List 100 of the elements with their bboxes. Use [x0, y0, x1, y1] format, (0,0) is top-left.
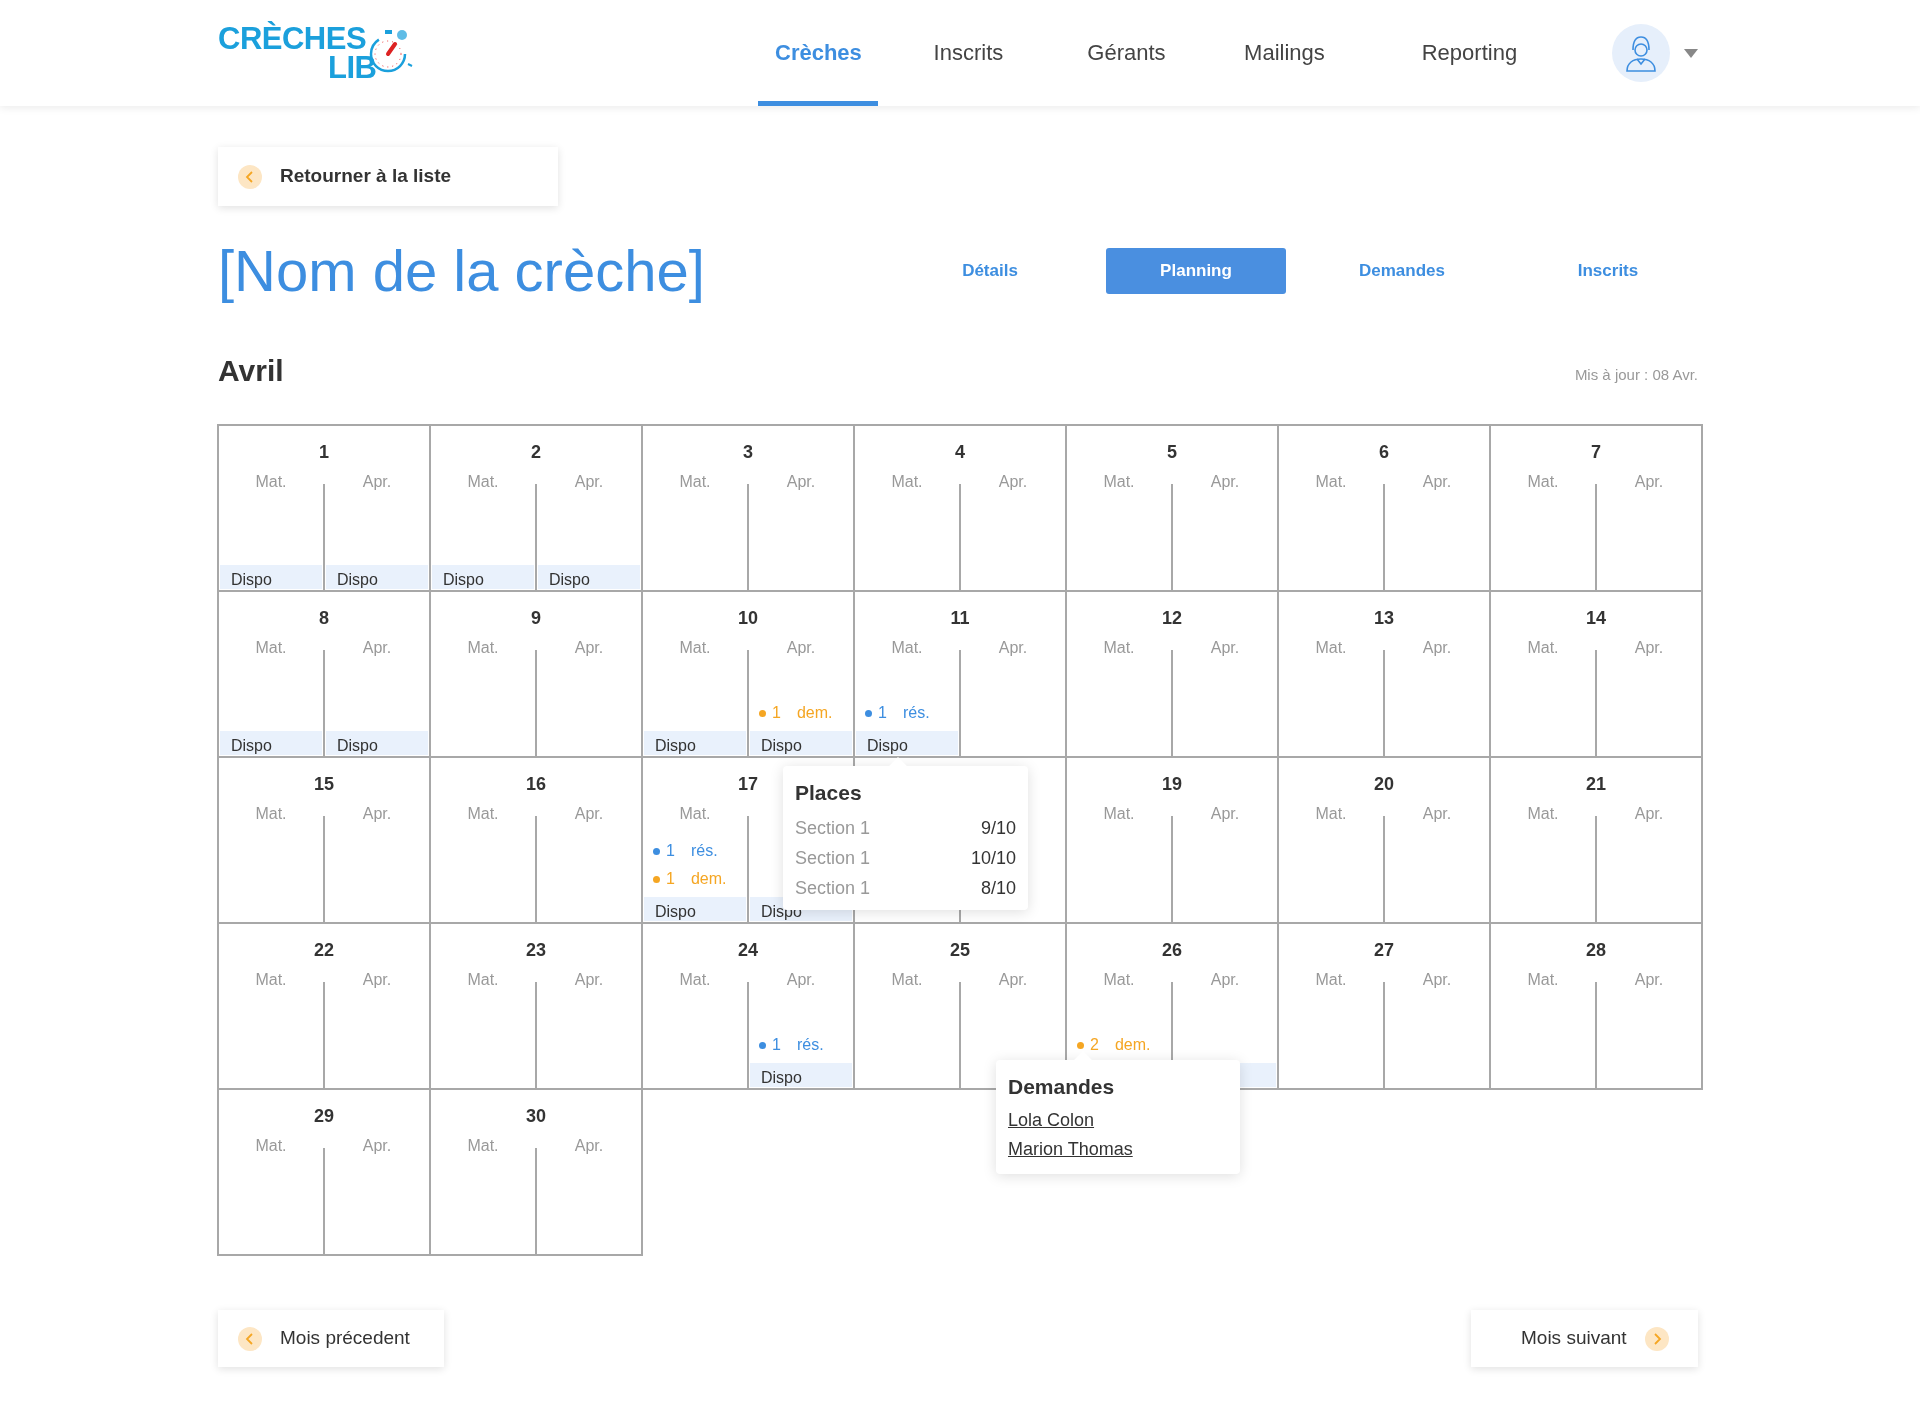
half-day-label: Apr. [785, 638, 817, 658]
half-day-label: Mat. [1102, 970, 1136, 990]
half-day-label: Apr. [997, 638, 1029, 658]
half-day-label: Mat. [678, 472, 712, 492]
half-day-label: Apr. [1421, 804, 1453, 824]
half-day-label: Mat. [466, 970, 500, 990]
day-number: 19 [1161, 773, 1183, 793]
previous-month-button[interactable]: Mois précedent [218, 1310, 444, 1367]
half-day-label: Apr. [1209, 638, 1241, 658]
day-number: 10 [737, 607, 759, 627]
popover-title: Places [795, 780, 863, 806]
availability-band: Dispo [326, 731, 428, 755]
half-day-label: Apr. [1633, 804, 1665, 824]
half-day-label: Mat. [254, 804, 288, 824]
half-day-label: Mat. [1314, 638, 1348, 658]
half-day-label: Mat. [466, 1136, 500, 1156]
half-day-label: Mat. [254, 970, 288, 990]
day-number: 20 [1373, 773, 1395, 793]
next-month-button[interactable]: Mois suivant [1471, 1310, 1698, 1367]
half-day-label: Mat. [678, 970, 712, 990]
half-day-label: Mat. [1526, 472, 1560, 492]
half-day-label: Apr. [997, 970, 1029, 990]
availability-band: Dispo [538, 565, 640, 589]
day-number: 4 [954, 441, 966, 461]
nav-tab[interactable]: Mailings [1194, 0, 1375, 106]
availability-band: Dispo [750, 731, 852, 755]
month-heading: Avril [218, 356, 284, 386]
availability-band: Dispo [220, 731, 322, 755]
nav-tab[interactable]: Gérants [1058, 0, 1195, 106]
day-number: 12 [1161, 607, 1183, 627]
half-day-label: Apr. [1421, 638, 1453, 658]
day-number: 6 [1378, 441, 1390, 461]
day-number: 15 [313, 773, 335, 793]
day-number: 1 [318, 441, 330, 461]
person-link[interactable]: Marion Thomas [1008, 1139, 1133, 1160]
day-number: 9 [530, 607, 542, 627]
day-number: 23 [525, 939, 547, 959]
day-number: 14 [1585, 607, 1607, 627]
half-day-label: Apr. [573, 638, 605, 658]
half-day-label: Mat. [1526, 804, 1560, 824]
half-day-label: Apr. [785, 970, 817, 990]
day-number: 21 [1585, 773, 1607, 793]
chevron-left-icon [238, 1326, 262, 1351]
day-number: 11 [949, 607, 971, 627]
person-link[interactable]: Lola Colon [1008, 1110, 1095, 1131]
half-day-label: Apr. [1421, 472, 1453, 492]
half-day-label: Mat. [466, 804, 500, 824]
availability-band: Dispo [750, 1063, 852, 1087]
half-day-label: Mat. [1102, 804, 1136, 824]
count-text: 2 [1090, 1035, 1099, 1055]
places-count: 9/10 [980, 817, 1016, 841]
availability-band: Dispo [326, 565, 428, 589]
popover-title: Demandes [1008, 1074, 1116, 1100]
half-day-label: Mat. [890, 638, 924, 658]
section-name: Section 1 [795, 817, 871, 841]
half-day-label: Mat. [678, 638, 712, 658]
half-day-label: Apr. [1633, 970, 1665, 990]
chevron-left-icon [238, 164, 262, 189]
half-day-label: Mat. [466, 472, 500, 492]
half-day-label: Mat. [254, 1136, 288, 1156]
availability-band: Dispo [856, 731, 958, 755]
nav-tab[interactable]: Inscrits [878, 0, 1059, 106]
half-day-label: Mat. [1526, 638, 1560, 658]
logo-text: LIB [328, 53, 377, 82]
availability-band: Dispo [644, 731, 746, 755]
day-number: 3 [742, 441, 754, 461]
half-day-label: Apr. [1633, 638, 1665, 658]
half-day-label: Apr. [573, 804, 605, 824]
half-day-label: Apr. [1421, 970, 1453, 990]
half-day-label: Apr. [361, 970, 393, 990]
day-number: 24 [737, 939, 759, 959]
caret-icon[interactable] [1684, 48, 1698, 58]
half-day-label: Apr. [785, 472, 817, 492]
half-day-label: Apr. [573, 970, 605, 990]
count-text: 1 [666, 869, 675, 889]
chevron-right-icon [1644, 1326, 1669, 1351]
half-day-label: Apr. [361, 472, 393, 492]
half-day-label: Mat. [254, 638, 288, 658]
count-text: 1 [772, 703, 781, 723]
day-number: 7 [1590, 441, 1602, 461]
half-day-label: Mat. [1314, 970, 1348, 990]
day-number: 30 [525, 1105, 547, 1125]
update-date: Mis à jour : 08 Avr. [1574, 364, 1698, 385]
availability-band: Dispo [644, 897, 746, 921]
half-day-label: Mat. [466, 638, 500, 658]
half-day-label: Mat. [1314, 804, 1348, 824]
half-day-label: Apr. [361, 638, 393, 658]
half-day-label: Mat. [890, 472, 924, 492]
status-label: dem. [690, 869, 727, 889]
half-day-label: Apr. [361, 804, 393, 824]
back-button[interactable]: Retourner à la liste [218, 147, 558, 206]
status-label: dem. [796, 703, 833, 723]
nav-tab[interactable]: Reporting [1374, 0, 1565, 106]
day-number: 27 [1373, 939, 1395, 959]
half-day-label: Mat. [1102, 472, 1136, 492]
half-day-label: Mat. [1526, 970, 1560, 990]
half-day-label: Mat. [678, 804, 712, 824]
count-text: 1 [772, 1035, 781, 1055]
half-day-label: Apr. [997, 472, 1029, 492]
half-day-label: Mat. [254, 472, 288, 492]
